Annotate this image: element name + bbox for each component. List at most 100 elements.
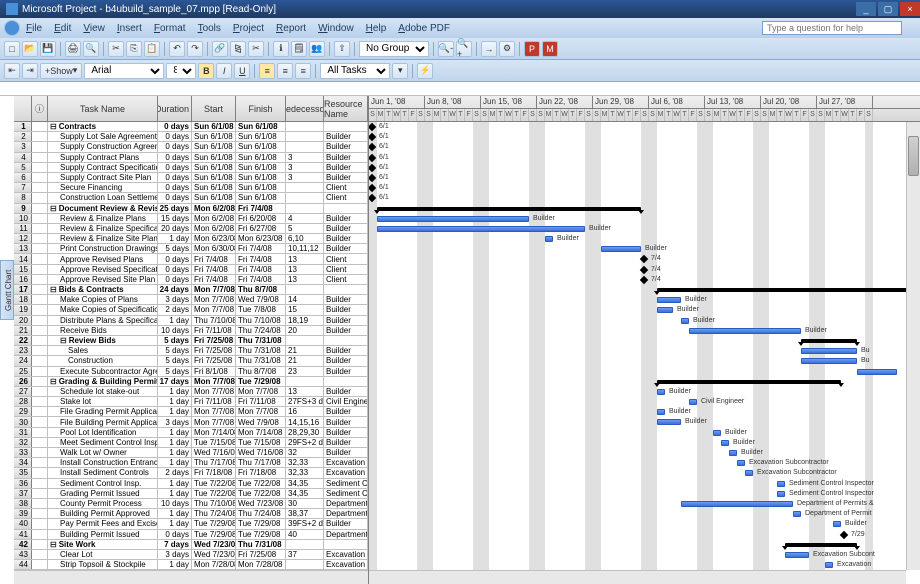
goto-icon[interactable]: → bbox=[481, 41, 497, 57]
gantt-row[interactable]: 7/4 bbox=[369, 275, 920, 285]
task-name-cell[interactable]: ⊟Review Bids bbox=[48, 336, 158, 345]
task-start-cell[interactable]: Tue 7/29/08 bbox=[192, 530, 236, 539]
task-row[interactable]: 31Pool Lot Identification1 dayMon 7/14/0… bbox=[14, 428, 368, 438]
task-finish-cell[interactable]: Mon 7/28/08 bbox=[236, 560, 286, 569]
gantt-wizard-icon[interactable]: ⚡ bbox=[417, 63, 433, 79]
task-row[interactable]: 9⊟Document Review & Revision25 daysMon 6… bbox=[14, 204, 368, 214]
undo-icon[interactable]: ↶ bbox=[169, 41, 185, 57]
task-finish-cell[interactable]: Tue 7/22/08 bbox=[236, 489, 286, 498]
menu-format[interactable]: Format bbox=[148, 21, 192, 36]
bold-button[interactable]: B bbox=[198, 63, 214, 79]
gantt-row[interactable]: Builder bbox=[369, 295, 920, 305]
summary-bar[interactable] bbox=[657, 288, 913, 292]
minimize-button[interactable]: _ bbox=[856, 2, 876, 16]
task-resource-cell[interactable]: Client bbox=[324, 254, 368, 263]
group-select[interactable]: No Group bbox=[359, 41, 429, 57]
align-left-icon[interactable]: ≡ bbox=[259, 63, 275, 79]
task-bar[interactable] bbox=[777, 481, 785, 487]
task-finish-cell[interactable]: Thu 7/24/08 bbox=[236, 509, 286, 518]
task-duration-cell[interactable]: 0 days bbox=[158, 173, 192, 182]
menu-help[interactable]: Help bbox=[360, 21, 393, 36]
task-bar[interactable] bbox=[545, 236, 553, 242]
milestone-icon[interactable] bbox=[369, 174, 376, 182]
task-pred-cell[interactable]: 13 bbox=[286, 275, 324, 284]
task-row[interactable]: 4Supply Contract Plans0 daysSun 6/1/08Su… bbox=[14, 153, 368, 163]
task-name-cell[interactable]: Install Construction Entrance bbox=[48, 458, 158, 467]
task-start-cell[interactable]: Mon 7/7/08 bbox=[192, 295, 236, 304]
task-resource-cell[interactable] bbox=[324, 336, 368, 345]
task-name-cell[interactable]: Construction bbox=[48, 356, 158, 365]
gantt-row[interactable]: 6/1 bbox=[369, 163, 920, 173]
task-id[interactable]: 17 bbox=[14, 285, 32, 294]
task-start-cell[interactable]: Mon 6/2/08 bbox=[192, 214, 236, 223]
task-resource-cell[interactable]: Builder bbox=[324, 173, 368, 182]
task-start-cell[interactable]: Thu 7/24/08 bbox=[192, 509, 236, 518]
task-start-cell[interactable]: Mon 7/7/08 bbox=[192, 285, 236, 294]
cut-icon[interactable]: ✂ bbox=[108, 41, 124, 57]
task-row[interactable]: 14Approve Revised Plans0 daysFri 7/4/08F… bbox=[14, 254, 368, 264]
task-duration-cell[interactable]: 10 days bbox=[158, 326, 192, 335]
task-name-cell[interactable]: Sediment Control Insp. bbox=[48, 479, 158, 488]
task-row[interactable]: 8Construction Loan Settlement0 daysSun 6… bbox=[14, 193, 368, 203]
gantt-row[interactable]: Builder bbox=[369, 305, 920, 315]
outline-toggle-icon[interactable]: ⊟ bbox=[50, 377, 57, 386]
task-resource-cell[interactable]: Department of F bbox=[324, 530, 368, 539]
task-id[interactable]: 44 bbox=[14, 560, 32, 569]
task-id[interactable]: 41 bbox=[14, 530, 32, 539]
task-finish-cell[interactable]: Thu 7/31/08 bbox=[236, 540, 286, 549]
task-duration-cell[interactable]: 0 days bbox=[158, 183, 192, 192]
task-pred-cell[interactable]: 13 bbox=[286, 387, 324, 396]
task-id[interactable]: 37 bbox=[14, 489, 32, 498]
task-duration-cell[interactable]: 0 days bbox=[158, 153, 192, 162]
gantt-row[interactable] bbox=[369, 540, 920, 550]
task-pred-cell[interactable]: 32,33 bbox=[286, 458, 324, 467]
task-duration-cell[interactable]: 15 days bbox=[158, 214, 192, 223]
underline-button[interactable]: U bbox=[234, 63, 250, 79]
task-id[interactable]: 12 bbox=[14, 234, 32, 243]
task-name-cell[interactable]: Walk Lot w/ Owner bbox=[48, 448, 158, 457]
summary-bar[interactable] bbox=[785, 543, 857, 547]
task-finish-cell[interactable]: Thu 8/7/08 bbox=[236, 285, 286, 294]
task-start-cell[interactable]: Mon 7/7/08 bbox=[192, 387, 236, 396]
task-start-cell[interactable]: Mon 7/7/08 bbox=[192, 407, 236, 416]
col-start[interactable]: Start bbox=[192, 96, 236, 121]
task-row[interactable]: 19Make Copies of Specifications2 daysMon… bbox=[14, 305, 368, 315]
gantt-row[interactable]: Excavation Subcont bbox=[369, 550, 920, 560]
task-bar[interactable] bbox=[689, 399, 697, 405]
task-resource-cell[interactable]: Builder bbox=[324, 214, 368, 223]
task-pred-cell[interactable]: 40 bbox=[286, 530, 324, 539]
task-finish-cell[interactable]: Tue 7/29/08 bbox=[236, 530, 286, 539]
gantt-row[interactable]: Department of Permits & bbox=[369, 499, 920, 509]
task-start-cell[interactable]: Fri 7/4/08 bbox=[192, 265, 236, 274]
task-name-cell[interactable]: Approve Revised Site Plan bbox=[48, 275, 158, 284]
task-id[interactable]: 40 bbox=[14, 519, 32, 528]
task-finish-cell[interactable]: Tue 7/29/08 bbox=[236, 519, 286, 528]
gantt-row[interactable]: Excavation bbox=[369, 560, 920, 570]
gantt-row[interactable]: Builder bbox=[369, 326, 920, 336]
task-pred-cell[interactable]: 34,35 bbox=[286, 479, 324, 488]
task-id[interactable]: 19 bbox=[14, 305, 32, 314]
task-start-cell[interactable]: Fri 8/1/08 bbox=[192, 367, 236, 376]
task-resource-cell[interactable]: Builder bbox=[324, 448, 368, 457]
gantt-row[interactable]: Bu bbox=[369, 346, 920, 356]
milestone-icon[interactable] bbox=[369, 164, 376, 172]
task-start-cell[interactable]: Sun 6/1/08 bbox=[192, 163, 236, 172]
task-row[interactable]: 37Grading Permit Issued1 dayTue 7/22/08T… bbox=[14, 489, 368, 499]
task-name-cell[interactable]: Supply Lot Sale Agreement bbox=[48, 132, 158, 141]
task-id[interactable]: 39 bbox=[14, 509, 32, 518]
task-row[interactable]: 34Install Construction Entrance1 dayThu … bbox=[14, 458, 368, 468]
gantt-vscroll[interactable] bbox=[906, 122, 920, 570]
task-name-cell[interactable]: File Building Permit Application bbox=[48, 417, 158, 426]
task-row[interactable]: 30File Building Permit Application3 days… bbox=[14, 417, 368, 427]
task-name-cell[interactable]: Supply Construction Agreement bbox=[48, 142, 158, 151]
task-start-cell[interactable]: Wed 7/16/08 bbox=[192, 448, 236, 457]
gantt-row[interactable]: Builder bbox=[369, 214, 920, 224]
task-id[interactable]: 10 bbox=[14, 214, 32, 223]
task-name-cell[interactable]: Supply Contract Plans bbox=[48, 153, 158, 162]
task-start-cell[interactable]: Wed 7/23/08 bbox=[192, 540, 236, 549]
task-start-cell[interactable]: Sun 6/1/08 bbox=[192, 173, 236, 182]
task-bar[interactable] bbox=[777, 491, 785, 497]
task-id[interactable]: 3 bbox=[14, 142, 32, 151]
task-start-cell[interactable]: Wed 7/23/08 bbox=[192, 550, 236, 559]
task-duration-cell[interactable]: 1 day bbox=[158, 438, 192, 447]
